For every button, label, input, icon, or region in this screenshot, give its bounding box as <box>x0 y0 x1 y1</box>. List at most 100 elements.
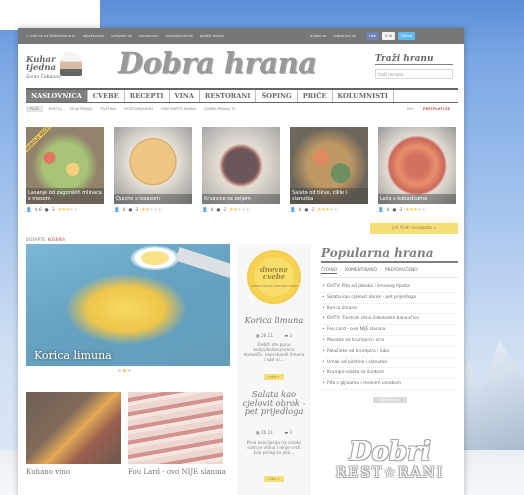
list-item[interactable]: DHTV: Tiestrali sitno čokoladne banančic… <box>321 314 458 326</box>
subnav-item[interactable]: GDJE KAFETI HRANA <box>161 107 196 111</box>
recipe-card[interactable]: Salata od tikve, cikle i slanutka 👤 4 ● 2 … <box>290 127 368 213</box>
topbar-link-subscribe[interactable]: pretplati se <box>111 34 131 38</box>
tab-komentirano[interactable]: KOMENTIRANO <box>345 268 377 274</box>
chef-photo[interactable] <box>60 52 82 76</box>
nav-item-soping[interactable]: ŠOPING <box>256 90 298 102</box>
search-input[interactable] <box>375 69 453 79</box>
nav-item-price[interactable]: PRIČE <box>298 90 333 102</box>
topbar-link-send-recipe[interactable]: pošalji recept <box>200 34 224 38</box>
chef-name[interactable]: Zoran Čobanov <box>26 75 61 80</box>
facebook-like-button[interactable]: Like <box>365 32 379 40</box>
nav-item-recepti[interactable]: RECEPTI <box>125 90 170 102</box>
chef-label-line2: tjedna <box>26 63 57 73</box>
subnav-item[interactable]: VEGETARIJANSKI <box>124 107 153 111</box>
recipe-title[interactable]: Quiche s lososom <box>114 194 192 204</box>
star-empty-icon[interactable]: ★ <box>421 207 425 213</box>
daily-item-title[interactable]: Salata kao cjelovit obrok - pet prijedlo… <box>237 390 311 416</box>
bowl-image <box>131 246 179 270</box>
star-empty-icon[interactable]: ★ <box>157 207 161 213</box>
recipe-image[interactable]: Salata od tikve, cikle i slanutka <box>290 127 368 204</box>
star-empty-icon[interactable]: ★ <box>74 207 78 213</box>
recipe-image[interactable]: Krvavice sa zeljem <box>202 127 280 204</box>
dobri-restorani-logo[interactable]: Dobri <box>327 439 453 465</box>
top-bar: » vrati se na Dobrahrana.hr oglašavanje … <box>18 28 464 44</box>
featured-slide[interactable]: Korica limuna <box>26 244 230 366</box>
slider-dot[interactable] <box>128 369 131 372</box>
slider-dot[interactable] <box>118 369 121 372</box>
recipe-card[interactable]: Quiche s lososom 👤 4 ● 3 ★★★★★ <box>114 127 192 213</box>
nav-item-naslovnica[interactable]: NASLOVNICA <box>26 90 88 102</box>
subnav-plus[interactable]: PLUS <box>26 105 43 112</box>
featured-title[interactable]: Korica limuna <box>34 349 112 362</box>
list-item[interactable]: Umak od piletine i slanutka <box>321 358 458 369</box>
nav-item-kolumnisti[interactable]: KOLUMNISTI <box>333 90 394 102</box>
thumb-image[interactable] <box>128 392 223 464</box>
daily-item-meta: ▦ 26.11. ▬ 3 <box>237 430 311 435</box>
star-empty-icon[interactable]: ★ <box>245 207 249 213</box>
list-item[interactable]: Palačinke od krumpira i luka <box>321 347 458 358</box>
list-item[interactable]: Pita s gljivama i mesnim umakom <box>321 379 458 390</box>
recipe-image[interactable]: Lečo s kobasicama <box>378 127 456 204</box>
thumb-caption[interactable]: Kuhano vino <box>26 468 70 476</box>
subscribe-prefix: DH: <box>407 106 414 111</box>
rating-stars: ★★★★★ <box>58 207 78 213</box>
more-recipes-button[interactable]: još finih recepata » <box>370 223 458 234</box>
thumb-image[interactable] <box>26 392 121 464</box>
badge-line1: dnevne cvebe <box>259 265 289 281</box>
topbar-link-contact[interactable]: kontakt/pravila <box>166 34 193 38</box>
twitter-follow-button[interactable]: Follow <box>397 32 416 40</box>
more-button[interactable]: više » <box>264 476 284 482</box>
nav-item-cvebe[interactable]: CVEBE <box>88 90 125 102</box>
recipe-image[interactable]: NAJBOLJI RECEPTI Lasanje od zagorskih ml… <box>26 127 104 204</box>
featured-tag-label[interactable]: KOŠNIKA <box>48 237 66 242</box>
recipe-card[interactable]: Lečo s kobasicama 👤 4 ● 3 ★★★★★ <box>378 127 456 213</box>
list-item[interactable]: Salata kao cjelovit obrok - pet prijedlo… <box>321 293 458 304</box>
archive-button[interactable]: ARHIVA » <box>372 396 407 403</box>
recipe-card[interactable]: Krvavice sa zeljem 👤 4 ● 2 ★★★★★ <box>202 127 280 213</box>
register-link[interactable]: registriraj se <box>333 34 356 38</box>
subnav-item[interactable]: PILETINA <box>101 107 117 111</box>
subnav-item[interactable]: KOŠTILJ <box>49 107 62 111</box>
recipe-users: 4 <box>298 207 302 213</box>
site-logo[interactable]: Dobra hrana <box>118 46 368 80</box>
list-item[interactable]: Krumpir-salata sa šunkom <box>321 368 458 380</box>
more-button[interactable]: više » <box>264 374 284 380</box>
main-nav: NASLOVNICA CVEBE RECEPTI VINA RESTORANI … <box>26 88 458 103</box>
slider-dot-active[interactable] <box>123 369 126 372</box>
rating-stars: ★★★★★ <box>141 207 161 213</box>
star-empty-icon[interactable]: ★ <box>333 207 337 213</box>
comment-icon: ● <box>44 207 49 213</box>
recipe-image[interactable]: Quiche s lososom <box>114 127 192 204</box>
recipe-title[interactable]: Krvavice sa zeljem <box>202 194 280 204</box>
recipe-comments: 3 <box>399 207 403 213</box>
thumb-caption[interactable]: Fou Lard - ovo NIJE slanina <box>128 468 226 476</box>
recipe-title[interactable]: Lasanje od zagorskih mlinaca s mesom <box>26 188 104 204</box>
login-link[interactable]: prijavi se <box>310 34 326 38</box>
recipe-stats: 👤 4 ● 2 ★★★★★ <box>202 207 280 213</box>
recipe-users: 4·6 <box>34 207 42 213</box>
slider-dots <box>118 369 131 372</box>
daily-badge[interactable]: dnevne cvebe DOBRA HRANA DNEVNE CVEBE <box>247 250 301 304</box>
recipe-card[interactable]: NAJBOLJI RECEPTI Lasanje od zagorskih ml… <box>26 127 104 213</box>
subscribe-link[interactable]: DH: PRETPLATI SE <box>407 107 450 111</box>
topbar-link-impressum[interactable]: impressum <box>139 34 159 38</box>
subnav-item[interactable]: DOBRA HRANA TV <box>204 107 236 111</box>
recipe-title[interactable]: Salata od tikve, cikle i slanutka <box>290 188 368 204</box>
list-item[interactable]: Musaka od krumpira i sira <box>321 336 458 347</box>
recipe-title[interactable]: Lečo s kobasicama <box>378 194 456 204</box>
popular-list: DHTV: Pita od jabuka i limunog tijesta S… <box>321 282 458 390</box>
list-item[interactable]: DHTV: Pita od jabuka i limunog tijesta <box>321 282 458 293</box>
chef-of-week-label[interactable]: Kuhar tjedna <box>26 56 57 73</box>
subnav-item[interactable]: MOJA ŠPAJZA <box>70 107 93 111</box>
list-item[interactable]: Fou Lard - ovo NIJE slanina <box>321 325 458 336</box>
nav-item-restorani[interactable]: RESTORANI <box>200 90 257 102</box>
tab-preporuceno[interactable]: PREPORUČENO <box>385 268 418 274</box>
dobri-restorani-logo-sub[interactable]: REST☆RANI <box>327 465 453 481</box>
topbar-link-back[interactable]: » vrati se na Dobrahrana.hr <box>26 34 76 38</box>
tab-citano[interactable]: ČITANO <box>321 268 338 274</box>
list-item[interactable]: Korica limuna <box>321 304 458 315</box>
daily-item-title[interactable]: Korica limuna <box>237 316 311 325</box>
daily-item-text: Dobiti ste punu kutiju/košaru/vreću doma… <box>243 343 305 363</box>
nav-item-vina[interactable]: VINA <box>170 90 200 102</box>
topbar-link-ads[interactable]: oglašavanje <box>83 34 105 38</box>
